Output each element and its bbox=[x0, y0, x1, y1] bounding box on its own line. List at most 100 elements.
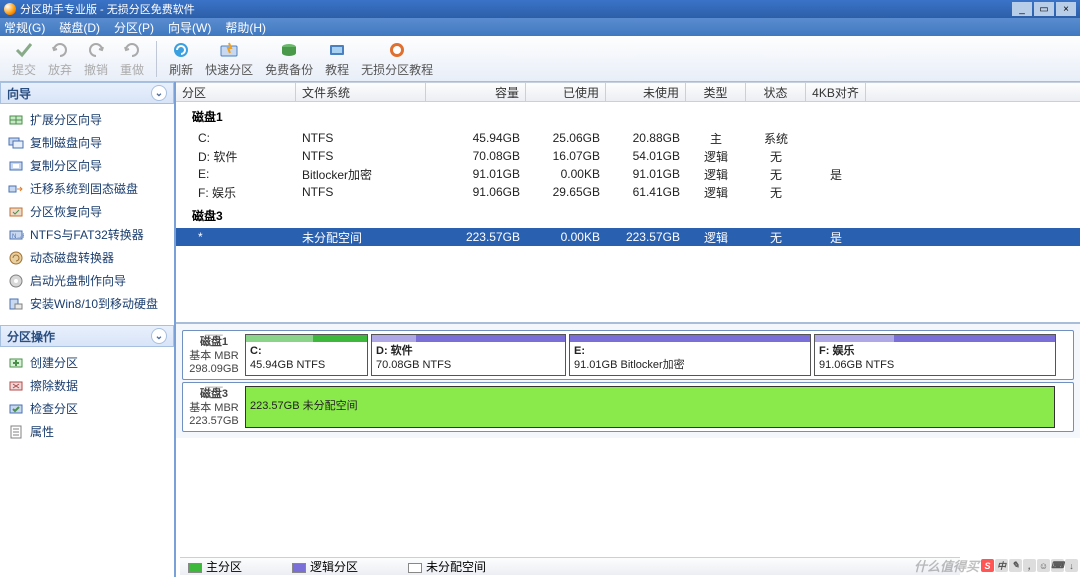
ops-item-label: 创建分区 bbox=[30, 354, 78, 371]
refresh-icon bbox=[170, 39, 192, 61]
redo-icon bbox=[121, 39, 143, 61]
wizard-item-icon bbox=[8, 112, 24, 128]
col-used[interactable]: 已使用 bbox=[526, 83, 606, 101]
disk-map: 磁盘1基本 MBR298.09GB C:45.94GB NTFS D: 软件70… bbox=[182, 330, 1074, 380]
wizard-item-label: 复制磁盘向导 bbox=[30, 134, 102, 151]
ops-item[interactable]: 属性 bbox=[6, 420, 168, 443]
grid-body[interactable]: 磁盘1 C: NTFS 45.94GB 25.06GB 20.88GB 主 系统… bbox=[176, 102, 1080, 322]
legend-primary: 主分区 bbox=[188, 558, 242, 575]
wizard-item-label: NTFS与FAT32转换器 bbox=[30, 226, 144, 243]
partition-box[interactable]: F: 娱乐91.06GB NTFS bbox=[814, 334, 1056, 376]
ops-item-icon bbox=[8, 378, 24, 394]
disk-group-row[interactable]: 磁盘1 bbox=[176, 102, 1080, 129]
window-title: 分区助手专业版 - 无损分区免费软件 bbox=[20, 1, 195, 17]
undo-icon bbox=[85, 39, 107, 61]
ops-panel-header[interactable]: 分区操作 ⌄ bbox=[0, 325, 174, 347]
wizard-item-icon: N→F bbox=[8, 227, 24, 243]
disk-group-row[interactable]: 磁盘3 bbox=[176, 201, 1080, 228]
minimize-button[interactable]: _ bbox=[1012, 2, 1032, 16]
wizard-item[interactable]: 复制磁盘向导 bbox=[6, 131, 168, 154]
partition-row[interactable]: F: 娱乐 NTFS 91.06GB 29.65GB 61.41GB 逻辑 无 bbox=[176, 183, 1080, 201]
partition-row[interactable]: C: NTFS 45.94GB 25.06GB 20.88GB 主 系统 bbox=[176, 129, 1080, 147]
menu-general[interactable]: 常规(G) bbox=[4, 19, 45, 36]
app-icon bbox=[4, 3, 16, 15]
abandon-button[interactable]: 放弃 bbox=[48, 39, 72, 78]
partition-box[interactable]: C:45.94GB NTFS bbox=[245, 334, 368, 376]
wizard-item-label: 动态磁盘转换器 bbox=[30, 249, 114, 266]
wizard-item[interactable]: 迁移系统到固态磁盘 bbox=[6, 177, 168, 200]
disk-map: 磁盘3基本 MBR223.57GB 223.57GB 未分配空间 bbox=[182, 382, 1074, 432]
disk-info[interactable]: 磁盘3基本 MBR223.57GB bbox=[186, 386, 242, 428]
ops-item[interactable]: 擦除数据 bbox=[6, 374, 168, 397]
partition-box[interactable]: D: 软件70.08GB NTFS bbox=[371, 334, 566, 376]
partition-row[interactable]: * 未分配空间 223.57GB 0.00KB 223.57GB 逻辑 无 是 bbox=[176, 228, 1080, 246]
quick-partition-icon bbox=[218, 39, 240, 61]
ops-item-label: 属性 bbox=[30, 423, 54, 440]
partition-row[interactable]: D: 软件 NTFS 70.08GB 16.07GB 54.01GB 逻辑 无 bbox=[176, 147, 1080, 165]
menu-partition[interactable]: 分区(P) bbox=[114, 19, 154, 36]
lossless-guide-button[interactable]: 无损分区教程 bbox=[361, 39, 433, 78]
wizard-panel-header[interactable]: 向导 ⌄ bbox=[0, 82, 174, 104]
col-free[interactable]: 未使用 bbox=[606, 83, 686, 101]
wizard-item[interactable]: 分区恢复向导 bbox=[6, 200, 168, 223]
col-partition[interactable]: 分区 bbox=[176, 83, 296, 101]
disk-maps: 磁盘1基本 MBR298.09GB C:45.94GB NTFS D: 软件70… bbox=[176, 322, 1080, 438]
free-backup-button[interactable]: 免费备份 bbox=[265, 39, 313, 78]
menu-bar: 常规(G) 磁盘(D) 分区(P) 向导(W) 帮助(H) bbox=[0, 18, 1080, 36]
abandon-icon bbox=[49, 39, 71, 61]
col-status[interactable]: 状态 bbox=[746, 83, 806, 101]
partition-row[interactable]: E: Bitlocker加密 91.01GB 0.00KB 91.01GB 逻辑… bbox=[176, 165, 1080, 183]
legend-logical: 逻辑分区 bbox=[292, 558, 358, 575]
partition-box-unalloc[interactable]: 223.57GB 未分配空间 bbox=[245, 386, 1055, 428]
guide-icon bbox=[386, 39, 408, 61]
wizard-item-icon bbox=[8, 273, 24, 289]
ops-item[interactable]: 检查分区 bbox=[6, 397, 168, 420]
ops-list: 创建分区擦除数据检查分区属性 bbox=[0, 347, 174, 453]
ops-item[interactable]: 创建分区 bbox=[6, 351, 168, 374]
tutorial-button[interactable]: 教程 bbox=[325, 39, 349, 78]
toolbar: 提交 放弃 撤销 重做 刷新 快速分区 免费备份 教程 无损分区教程 bbox=[0, 36, 1080, 82]
sidebar: 向导 ⌄ 扩展分区向导复制磁盘向导复制分区向导迁移系统到固态磁盘分区恢复向导 N→… bbox=[0, 82, 176, 577]
collapse-icon: ⌄ bbox=[151, 328, 167, 344]
wizard-item-icon bbox=[8, 296, 24, 312]
wizard-item-label: 扩展分区向导 bbox=[30, 111, 102, 128]
maximize-button[interactable]: ▭ bbox=[1034, 2, 1054, 16]
menu-disk[interactable]: 磁盘(D) bbox=[59, 19, 100, 36]
backup-icon bbox=[278, 39, 300, 61]
refresh-button[interactable]: 刷新 bbox=[169, 39, 193, 78]
wizard-list: 扩展分区向导复制磁盘向导复制分区向导迁移系统到固态磁盘分区恢复向导 N→F NTFS… bbox=[0, 104, 174, 325]
legend-unalloc: 未分配空间 bbox=[408, 558, 486, 575]
wizard-item[interactable]: 启动光盘制作向导 bbox=[6, 269, 168, 292]
wizard-item[interactable]: 扩展分区向导 bbox=[6, 108, 168, 131]
redo-button[interactable]: 重做 bbox=[120, 39, 144, 78]
wizard-item[interactable]: 安装Win8/10到移动硬盘 bbox=[6, 292, 168, 315]
ops-item-label: 检查分区 bbox=[30, 400, 78, 417]
watermark: 什么值得买 S 中✎, ☺⌨↓ bbox=[914, 556, 1078, 575]
menu-help[interactable]: 帮助(H) bbox=[225, 19, 266, 36]
tutorial-icon bbox=[326, 39, 348, 61]
wizard-item-label: 安装Win8/10到移动硬盘 bbox=[30, 295, 158, 312]
wizard-item-label: 分区恢复向导 bbox=[30, 203, 102, 220]
wizard-item[interactable]: 复制分区向导 bbox=[6, 154, 168, 177]
undo-button[interactable]: 撤销 bbox=[84, 39, 108, 78]
wizard-item-label: 启动光盘制作向导 bbox=[30, 272, 126, 289]
ops-item-icon bbox=[8, 401, 24, 417]
col-4k-align[interactable]: 4KB对齐 bbox=[806, 83, 866, 101]
wizard-item-icon bbox=[8, 204, 24, 220]
close-button[interactable]: × bbox=[1056, 2, 1076, 16]
partition-box[interactable]: E:91.01GB Bitlocker加密 bbox=[569, 334, 811, 376]
disk-info[interactable]: 磁盘1基本 MBR298.09GB bbox=[186, 334, 242, 376]
title-bar: 分区助手专业版 - 无损分区免费软件 _ ▭ × bbox=[0, 0, 1080, 18]
quick-partition-button[interactable]: 快速分区 bbox=[205, 39, 253, 78]
col-capacity[interactable]: 容量 bbox=[426, 83, 526, 101]
commit-button[interactable]: 提交 bbox=[12, 39, 36, 78]
wizard-item-icon bbox=[8, 181, 24, 197]
col-type[interactable]: 类型 bbox=[686, 83, 746, 101]
wizard-item-icon bbox=[8, 135, 24, 151]
menu-wizard[interactable]: 向导(W) bbox=[168, 19, 211, 36]
wizard-item[interactable]: N→F NTFS与FAT32转换器 bbox=[6, 223, 168, 246]
col-filesystem[interactable]: 文件系统 bbox=[296, 83, 426, 101]
wizard-item[interactable]: 动态磁盘转换器 bbox=[6, 246, 168, 269]
wizard-item-icon bbox=[8, 250, 24, 266]
ops-item-icon bbox=[8, 355, 24, 371]
